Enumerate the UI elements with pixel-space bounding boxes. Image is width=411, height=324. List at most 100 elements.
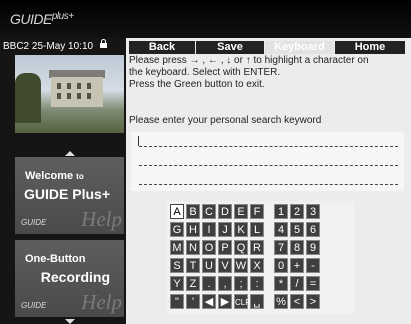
key-digit[interactable]: 5 — [290, 222, 304, 237]
key-digit[interactable]: / — [290, 276, 304, 291]
key-digit[interactable]: < — [290, 294, 304, 309]
status-line: BBC2 25-May 10:10 — [3, 39, 107, 52]
instruction-line: Press the Green button to exit. — [129, 79, 265, 90]
key-letter[interactable]: CLR — [234, 294, 251, 309]
channel-name: BBC2 — [3, 41, 30, 52]
promo-one-button-recording[interactable]: One-Button Recording Help GUIDE — [15, 240, 124, 317]
search-prompt: Please enter your personal search keywor… — [129, 115, 322, 126]
key-digit[interactable]: 2 — [290, 204, 304, 219]
window-shape — [77, 83, 81, 89]
instruction-line: the keyboard. Select with ENTER. — [129, 67, 281, 78]
tree-shape — [15, 73, 41, 123]
scroll-up-arrow-icon[interactable] — [65, 151, 75, 156]
input-line — [139, 184, 398, 185]
window-shape — [67, 93, 71, 99]
back-button[interactable]: Back — [129, 41, 195, 54]
key-letter[interactable]: Z — [186, 276, 200, 291]
window-shape — [67, 83, 71, 89]
promo-title: One-Button — [25, 253, 86, 265]
key-letter[interactable]: ␣ — [250, 294, 264, 309]
key-letter[interactable]: V — [218, 258, 232, 273]
key-letter[interactable]: W — [234, 258, 248, 273]
key-letter[interactable]: : — [250, 276, 264, 291]
promo-title: Welcome to — [25, 170, 84, 182]
key-letter[interactable]: N — [186, 240, 200, 255]
key-digit[interactable]: + — [290, 258, 304, 273]
key-letter[interactable]: U — [202, 258, 216, 273]
current-time: 10:10 — [68, 41, 94, 52]
key-letter[interactable]: I — [202, 222, 216, 237]
logo-text: GUIDE — [10, 11, 52, 27]
top-bar: GUIDEplus+ — [0, 0, 411, 38]
search-keyword-input[interactable] — [131, 132, 404, 191]
key-digit[interactable]: 9 — [306, 240, 320, 255]
key-letter[interactable]: M — [170, 240, 184, 255]
key-letter[interactable]: , — [218, 276, 232, 291]
home-button[interactable]: Home — [335, 41, 405, 54]
key-digit[interactable]: - — [306, 258, 320, 273]
key-letter[interactable]: ▶ — [218, 294, 232, 309]
instructions-text: Please press → , ← , ↓ or ↑ to highlight… — [129, 55, 409, 91]
key-letter[interactable]: ◀ — [202, 294, 216, 309]
key-digit[interactable]: % — [274, 294, 288, 309]
key-letter[interactable]: C — [202, 204, 216, 219]
key-letter[interactable]: F — [250, 204, 264, 219]
logo-plus: plus+ — [51, 11, 74, 22]
window-shape — [57, 83, 61, 89]
input-line — [139, 165, 398, 166]
key-digit[interactable]: 4 — [274, 222, 288, 237]
key-digit[interactable]: > — [306, 294, 320, 309]
key-letter[interactable]: R — [250, 240, 264, 255]
guide-plus-logo: GUIDEplus+ — [10, 11, 74, 27]
key-letter[interactable]: K — [234, 222, 248, 237]
key-letter[interactable]: X — [250, 258, 264, 273]
key-digit[interactable]: 3 — [306, 204, 320, 219]
promo-welcome[interactable]: Welcome to GUIDE Plus+ Help GUIDE — [15, 157, 124, 234]
key-letter[interactable]: ' — [186, 294, 200, 309]
window-shape — [87, 93, 91, 99]
key-digit[interactable]: 0 — [274, 258, 288, 273]
on-screen-keyboard: A B C D E F G H I J K L M N O P Q R S T U V W X Y Z.,;: " ' ◀ ▶ CLR ␣ 1 2… — [167, 201, 355, 314]
key-digit[interactable]: = — [306, 276, 320, 291]
key-letter[interactable]: O — [202, 240, 216, 255]
key-letter[interactable]: A — [170, 204, 184, 219]
key-digit[interactable]: 1 — [274, 204, 288, 219]
current-date: 25-May — [31, 41, 66, 52]
promo-help-watermark: Help — [81, 290, 122, 314]
key-letter[interactable]: G — [170, 222, 184, 237]
text-cursor — [138, 136, 139, 146]
instruction-line: Please press → , ← , ↓ or ↑ to highlight… — [129, 55, 369, 66]
key-digit[interactable]: 6 — [306, 222, 320, 237]
promo-guide-logo: GUIDE — [21, 218, 47, 227]
window-shape — [77, 93, 81, 99]
lock-icon — [99, 39, 107, 48]
key-letter[interactable]: J — [218, 222, 232, 237]
key-letter[interactable]: L — [250, 222, 264, 237]
scroll-down-arrow-icon[interactable] — [65, 319, 75, 324]
promo-help-watermark: Help — [81, 207, 122, 231]
key-letter[interactable]: Y — [170, 276, 184, 291]
promo-subtitle: Recording — [40, 269, 110, 285]
house-shape — [51, 77, 103, 107]
save-button[interactable]: Save — [196, 41, 264, 54]
key-digit[interactable]: 8 — [290, 240, 304, 255]
key-letter[interactable]: " — [170, 294, 184, 309]
tv-preview-window — [15, 55, 124, 133]
window-shape — [57, 93, 61, 99]
input-line — [139, 146, 398, 147]
key-digit[interactable]: * — [274, 276, 288, 291]
key-letter[interactable]: E — [234, 204, 248, 219]
keyboard-tab[interactable]: Keyboard — [265, 41, 334, 54]
key-letter[interactable]: D — [218, 204, 232, 219]
key-letter[interactable]: B — [186, 204, 200, 219]
key-letter[interactable]: H — [186, 222, 200, 237]
key-letter[interactable]: T — [186, 258, 200, 273]
key-letter[interactable]: Q — [234, 240, 248, 255]
key-letter[interactable]: S — [170, 258, 184, 273]
key-letter[interactable]: . — [202, 276, 216, 291]
key-digit[interactable]: 7 — [274, 240, 288, 255]
key-letter[interactable]: ; — [234, 276, 248, 291]
promo-guide-logo: GUIDE — [21, 301, 47, 310]
promo-subtitle: GUIDE Plus+ — [24, 186, 110, 202]
key-letter[interactable]: P — [218, 240, 232, 255]
